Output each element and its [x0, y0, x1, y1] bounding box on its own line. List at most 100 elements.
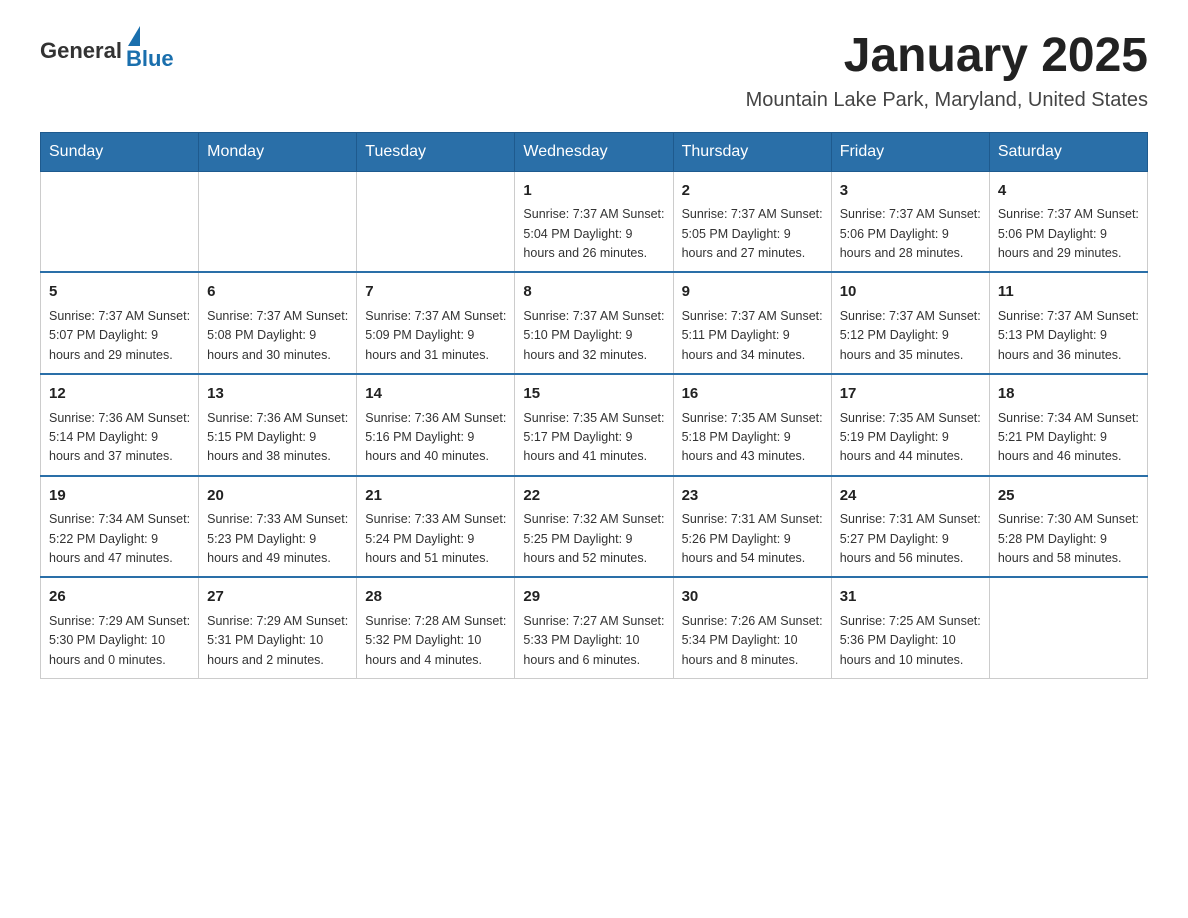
calendar-cell: 24Sunrise: 7:31 AM Sunset: 5:27 PM Dayli… — [831, 476, 989, 578]
calendar-cell: 2Sunrise: 7:37 AM Sunset: 5:05 PM Daylig… — [673, 171, 831, 272]
calendar-cell: 25Sunrise: 7:30 AM Sunset: 5:28 PM Dayli… — [989, 476, 1147, 578]
calendar-cell: 23Sunrise: 7:31 AM Sunset: 5:26 PM Dayli… — [673, 476, 831, 578]
calendar-cell: 16Sunrise: 7:35 AM Sunset: 5:18 PM Dayli… — [673, 374, 831, 476]
calendar-cell: 10Sunrise: 7:37 AM Sunset: 5:12 PM Dayli… — [831, 272, 989, 374]
day-info: Sunrise: 7:30 AM Sunset: 5:28 PM Dayligh… — [998, 510, 1139, 568]
calendar-week-1: 1Sunrise: 7:37 AM Sunset: 5:04 PM Daylig… — [41, 171, 1148, 272]
calendar-cell: 20Sunrise: 7:33 AM Sunset: 5:23 PM Dayli… — [199, 476, 357, 578]
day-info: Sunrise: 7:37 AM Sunset: 5:09 PM Dayligh… — [365, 307, 506, 365]
day-number: 17 — [840, 383, 981, 406]
day-info: Sunrise: 7:37 AM Sunset: 5:04 PM Dayligh… — [523, 205, 664, 263]
day-info: Sunrise: 7:34 AM Sunset: 5:21 PM Dayligh… — [998, 409, 1139, 467]
header: General Blue January 2025 Mountain Lake … — [40, 30, 1148, 112]
calendar-cell: 12 Sunrise: 7:36 AM Sunset: 5:14 PM Dayli… — [41, 374, 199, 476]
calendar-header-friday: Friday — [831, 132, 989, 171]
day-number: 29 — [523, 586, 664, 609]
logo: General Blue — [40, 30, 174, 72]
calendar-cell: 28Sunrise: 7:28 AM Sunset: 5:32 PM Dayli… — [357, 577, 515, 678]
day-info: Sunrise: 7:33 AM Sunset: 5:23 PM Dayligh… — [207, 510, 348, 568]
calendar-cell: 3Sunrise: 7:37 AM Sunset: 5:06 PM Daylig… — [831, 171, 989, 272]
calendar-cell — [989, 577, 1147, 678]
calendar-cell: 26Sunrise: 7:29 AM Sunset: 5:30 PM Dayli… — [41, 577, 199, 678]
calendar-cell: 15Sunrise: 7:35 AM Sunset: 5:17 PM Dayli… — [515, 374, 673, 476]
calendar-cell — [199, 171, 357, 272]
day-info: Sunrise: 7:35 AM Sunset: 5:19 PM Dayligh… — [840, 409, 981, 467]
day-info: Sunrise: 7:36 AM Sunset: 5:14 PM Dayligh… — [49, 409, 190, 467]
calendar-header-row: SundayMondayTuesdayWednesdayThursdayFrid… — [41, 132, 1148, 171]
day-number: 1 — [523, 180, 664, 203]
calendar-cell: 30 Sunrise: 7:26 AM Sunset: 5:34 PM Dayli… — [673, 577, 831, 678]
day-number: 7 — [365, 281, 506, 304]
day-info: Sunrise: 7:33 AM Sunset: 5:24 PM Dayligh… — [365, 510, 506, 568]
calendar-cell: 11 Sunrise: 7:37 AM Sunset: 5:13 PM Dayli… — [989, 272, 1147, 374]
calendar-header-tuesday: Tuesday — [357, 132, 515, 171]
calendar-week-3: 12 Sunrise: 7:36 AM Sunset: 5:14 PM Dayli… — [41, 374, 1148, 476]
logo-blue-text: Blue — [126, 46, 174, 72]
day-number: 22 — [523, 485, 664, 508]
day-number: 19 — [49, 485, 190, 508]
day-info: Sunrise: 7:32 AM Sunset: 5:25 PM Dayligh… — [523, 510, 664, 568]
day-number: 20 — [207, 485, 348, 508]
day-number: 13 — [207, 383, 348, 406]
day-info: Sunrise: 7:37 AM Sunset: 5:12 PM Dayligh… — [840, 307, 981, 365]
day-info: Sunrise: 7:28 AM Sunset: 5:32 PM Dayligh… — [365, 612, 506, 670]
day-number: 6 — [207, 281, 348, 304]
day-number: 25 — [998, 485, 1139, 508]
day-number: 21 — [365, 485, 506, 508]
day-number: 3 — [840, 180, 981, 203]
day-number: 24 — [840, 485, 981, 508]
day-info: Sunrise: 7:37 AM Sunset: 5:05 PM Dayligh… — [682, 205, 823, 263]
day-number: 27 — [207, 586, 348, 609]
day-number: 14 — [365, 383, 506, 406]
calendar-cell: 4Sunrise: 7:37 AM Sunset: 5:06 PM Daylig… — [989, 171, 1147, 272]
calendar-cell — [41, 171, 199, 272]
day-info: Sunrise: 7:29 AM Sunset: 5:30 PM Dayligh… — [49, 612, 190, 670]
title-area: January 2025 Mountain Lake Park, Marylan… — [746, 30, 1148, 112]
day-info: Sunrise: 7:37 AM Sunset: 5:07 PM Dayligh… — [49, 307, 190, 365]
day-number: 23 — [682, 485, 823, 508]
logo-triangle-icon — [128, 26, 140, 46]
day-number: 11 — [998, 281, 1139, 304]
calendar-cell: 29Sunrise: 7:27 AM Sunset: 5:33 PM Dayli… — [515, 577, 673, 678]
day-info: Sunrise: 7:37 AM Sunset: 5:11 PM Dayligh… — [682, 307, 823, 365]
calendar-week-2: 5Sunrise: 7:37 AM Sunset: 5:07 PM Daylig… — [41, 272, 1148, 374]
day-info: Sunrise: 7:37 AM Sunset: 5:08 PM Dayligh… — [207, 307, 348, 365]
calendar-header-wednesday: Wednesday — [515, 132, 673, 171]
day-number: 30 — [682, 586, 823, 609]
calendar-cell: 31Sunrise: 7:25 AM Sunset: 5:36 PM Dayli… — [831, 577, 989, 678]
page-title: January 2025 — [746, 30, 1148, 83]
day-info: Sunrise: 7:37 AM Sunset: 5:13 PM Dayligh… — [998, 307, 1139, 365]
calendar-cell: 8Sunrise: 7:37 AM Sunset: 5:10 PM Daylig… — [515, 272, 673, 374]
day-number: 12 — [49, 383, 190, 406]
day-info: Sunrise: 7:26 AM Sunset: 5:34 PM Dayligh… — [682, 612, 823, 670]
day-number: 4 — [998, 180, 1139, 203]
calendar-table: SundayMondayTuesdayWednesdayThursdayFrid… — [40, 132, 1148, 679]
calendar-cell: 17 Sunrise: 7:35 AM Sunset: 5:19 PM Dayli… — [831, 374, 989, 476]
page-subtitle: Mountain Lake Park, Maryland, United Sta… — [746, 89, 1148, 112]
day-number: 2 — [682, 180, 823, 203]
calendar-cell: 22Sunrise: 7:32 AM Sunset: 5:25 PM Dayli… — [515, 476, 673, 578]
calendar-cell: 14Sunrise: 7:36 AM Sunset: 5:16 PM Dayli… — [357, 374, 515, 476]
day-info: Sunrise: 7:36 AM Sunset: 5:15 PM Dayligh… — [207, 409, 348, 467]
calendar-cell: 21Sunrise: 7:33 AM Sunset: 5:24 PM Dayli… — [357, 476, 515, 578]
day-number: 16 — [682, 383, 823, 406]
calendar-cell: 1Sunrise: 7:37 AM Sunset: 5:04 PM Daylig… — [515, 171, 673, 272]
day-info: Sunrise: 7:29 AM Sunset: 5:31 PM Dayligh… — [207, 612, 348, 670]
calendar-cell: 13 Sunrise: 7:36 AM Sunset: 5:15 PM Dayli… — [199, 374, 357, 476]
calendar-header-saturday: Saturday — [989, 132, 1147, 171]
calendar-cell: 27 Sunrise: 7:29 AM Sunset: 5:31 PM Dayli… — [199, 577, 357, 678]
day-number: 18 — [998, 383, 1139, 406]
calendar-cell: 5Sunrise: 7:37 AM Sunset: 5:07 PM Daylig… — [41, 272, 199, 374]
calendar-cell: 19Sunrise: 7:34 AM Sunset: 5:22 PM Dayli… — [41, 476, 199, 578]
calendar-cell: 18 Sunrise: 7:34 AM Sunset: 5:21 PM Dayli… — [989, 374, 1147, 476]
calendar-header-monday: Monday — [199, 132, 357, 171]
day-info: Sunrise: 7:37 AM Sunset: 5:06 PM Dayligh… — [840, 205, 981, 263]
day-number: 8 — [523, 281, 664, 304]
day-number: 15 — [523, 383, 664, 406]
calendar-header-thursday: Thursday — [673, 132, 831, 171]
day-info: Sunrise: 7:34 AM Sunset: 5:22 PM Dayligh… — [49, 510, 190, 568]
calendar-header-sunday: Sunday — [41, 132, 199, 171]
calendar-week-4: 19Sunrise: 7:34 AM Sunset: 5:22 PM Dayli… — [41, 476, 1148, 578]
day-info: Sunrise: 7:25 AM Sunset: 5:36 PM Dayligh… — [840, 612, 981, 670]
day-info: Sunrise: 7:37 AM Sunset: 5:06 PM Dayligh… — [998, 205, 1139, 263]
